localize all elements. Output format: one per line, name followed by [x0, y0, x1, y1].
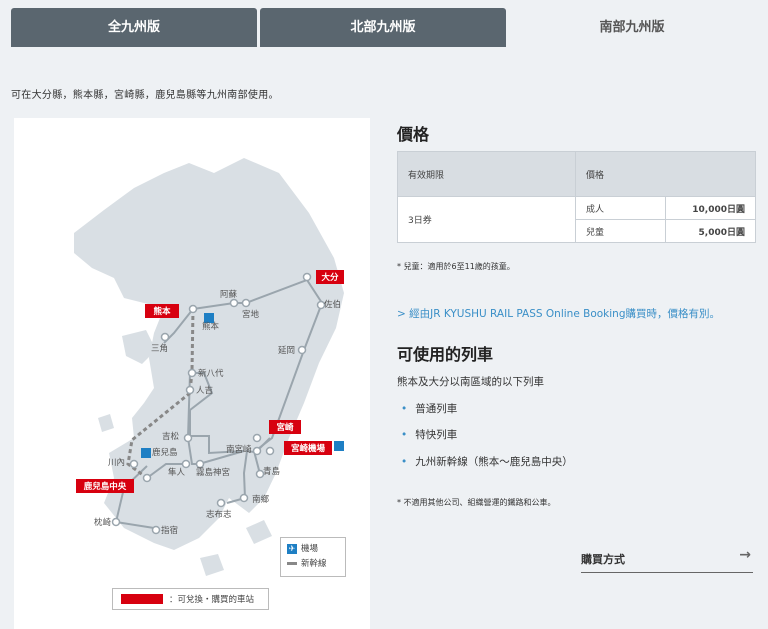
red-swatch: [121, 594, 163, 604]
price-adult-label: 成人: [575, 196, 666, 220]
legend-shinkansen-label: 新幹線: [301, 559, 327, 569]
station-sendai: [129, 459, 139, 469]
price-col-period: 有效期限: [397, 151, 576, 197]
train-item-local: • 普通列車: [397, 401, 457, 416]
price-col-price: 價格: [575, 151, 756, 197]
label-kagoshima: 鹿兒島: [152, 447, 178, 458]
label-sendai: 川內: [108, 458, 125, 468]
label-hayato: 隼人: [168, 467, 186, 478]
station-aso: [229, 298, 239, 308]
legend-airport: ✈ 機場: [287, 543, 318, 555]
station-minami-miyazaki: [252, 446, 262, 456]
train-item-label: 特快列車: [415, 429, 458, 441]
red-key-label: ：可兌換・購買的車站: [169, 595, 255, 605]
label-miyazaki-airport: 宮崎機場: [291, 443, 326, 454]
station-miyaji: [241, 298, 251, 308]
arrow-right-icon: →: [739, 547, 751, 563]
price-child-label: 兒童: [575, 219, 666, 243]
price-period-cell: 3日券: [397, 196, 576, 243]
label-kumamoto-airport: 熊本: [202, 321, 220, 332]
label-miyaji: 宮地: [242, 309, 260, 320]
red-station-key: ：可兌換・購買的車站: [112, 588, 269, 610]
map-legend: ✈ 機場 新幹線: [280, 537, 346, 577]
label-kumamoto: 熊本: [153, 306, 171, 317]
station-miyazaki: [252, 433, 262, 443]
station-kirishima-jingu: [195, 459, 205, 469]
tab-all-kyushu[interactable]: 全九州版: [11, 8, 257, 47]
station-miyazaki-airport: [265, 446, 275, 456]
legend-airport-label: 機場: [301, 544, 319, 554]
label-shin-yatsushiro: 新八代: [198, 368, 224, 379]
station-misumi: [160, 332, 170, 342]
tab-south-kyushu[interactable]: 南部九州版: [509, 8, 755, 47]
train-item-label: 普通列車: [415, 403, 458, 415]
tab-bar: 全九州版 北部九州版 南部九州版: [0, 0, 768, 47]
price-heading: 價格: [397, 125, 430, 144]
price-adult-value: 10,000日圓: [665, 196, 756, 220]
station-makurazaki: [111, 517, 121, 527]
purchase-method-button[interactable]: 購買方式 →: [581, 540, 753, 573]
coverage-description: 可在大分縣，熊本縣，宮崎縣，鹿兒島縣等九州南部使用。: [11, 90, 279, 101]
price-table: 有效期限 價格 3日券 成人 10,000日圓 兒童 5,000日圓: [397, 151, 756, 243]
airplane-icon: ✈: [287, 543, 297, 554]
shinkansen-dash-icon: [287, 562, 297, 565]
station-oita: [302, 272, 312, 282]
label-aoshima: 青島: [263, 466, 281, 477]
label-oita: 大分: [321, 272, 339, 283]
label-minami-miyazaki: 南宮崎: [226, 444, 252, 455]
station-hitoyoshi: [185, 385, 195, 395]
price-child-value: 5,000日圓: [665, 219, 756, 243]
station-shin-yatsushiro: [187, 368, 197, 378]
station-shibushi: [216, 498, 226, 508]
station-yoshimatsu: [183, 433, 193, 443]
tab-north-kyushu[interactable]: 北部九州版: [260, 8, 506, 47]
train-item-label: 九州新幹線（熊本～鹿兒島中央）: [415, 456, 573, 468]
label-shibushi: 志布志: [206, 509, 232, 520]
bullet-dot-icon: •: [401, 456, 408, 468]
price-row-adult: 3日券 成人 10,000日圓: [397, 196, 756, 243]
other-operators-note: * 不適用其他公司、組織營運的鐵路和公車。: [397, 498, 556, 507]
label-aso: 阿蘇: [220, 289, 238, 300]
kagoshima-airport-icon: [141, 448, 151, 458]
label-ibusuki: 指宿: [161, 525, 178, 536]
train-item-express: • 特快列車: [397, 427, 457, 442]
station-ibusuki: [151, 525, 161, 535]
label-saiki: 佐伯: [324, 299, 341, 310]
online-booking-link[interactable]: > 經由JR KYUSHU RAIL PASS Online Booking購買…: [397, 306, 720, 321]
island-koshiki: [98, 414, 114, 432]
station-hayato: [181, 459, 191, 469]
trains-description: 熊本及大分以南區域的以下列車: [397, 376, 544, 388]
miyazaki-airport-icon: [334, 441, 344, 451]
station-kumamoto: [188, 304, 198, 314]
label-misumi: 三角: [151, 343, 168, 354]
island-yakushima: [200, 554, 224, 576]
bullet-dot-icon: •: [401, 403, 408, 415]
label-miyazaki: 宮崎: [276, 422, 294, 433]
station-nango: [239, 493, 249, 503]
station-kagoshima-chuo: [142, 473, 152, 483]
label-yoshimatsu: 吉松: [162, 431, 180, 442]
legend-shinkansen: 新幹線: [287, 558, 327, 570]
label-hitoyoshi: 人吉: [196, 386, 213, 396]
child-age-note: * 兒童：適用於6至11歲的孩童。: [397, 262, 515, 271]
label-kirishima-jingu: 霧島神宮: [196, 467, 230, 478]
island-tanegashima: [246, 520, 272, 544]
station-nobeoka: [297, 345, 307, 355]
trains-heading: 可使用的列車: [397, 345, 494, 364]
label-nobeoka: 延岡: [278, 345, 295, 356]
purchase-method-label: 購買方式: [581, 553, 625, 566]
label-makurazaki: 枕崎: [94, 517, 112, 528]
bullet-dot-icon: •: [401, 429, 408, 441]
route-map: 大分 熊本 宮崎 宮崎機場 鹿兒島中央 阿蘇 宮地 佐伯 熊本 三角 延岡 新八…: [14, 118, 370, 629]
train-item-shinkansen: • 九州新幹線（熊本～鹿兒島中央）: [397, 454, 573, 469]
price-header-row: 有效期限 價格: [397, 151, 756, 197]
label-kagoshima-chuo: 鹿兒島中央: [83, 481, 127, 492]
label-nango: 南鄉: [252, 494, 270, 505]
